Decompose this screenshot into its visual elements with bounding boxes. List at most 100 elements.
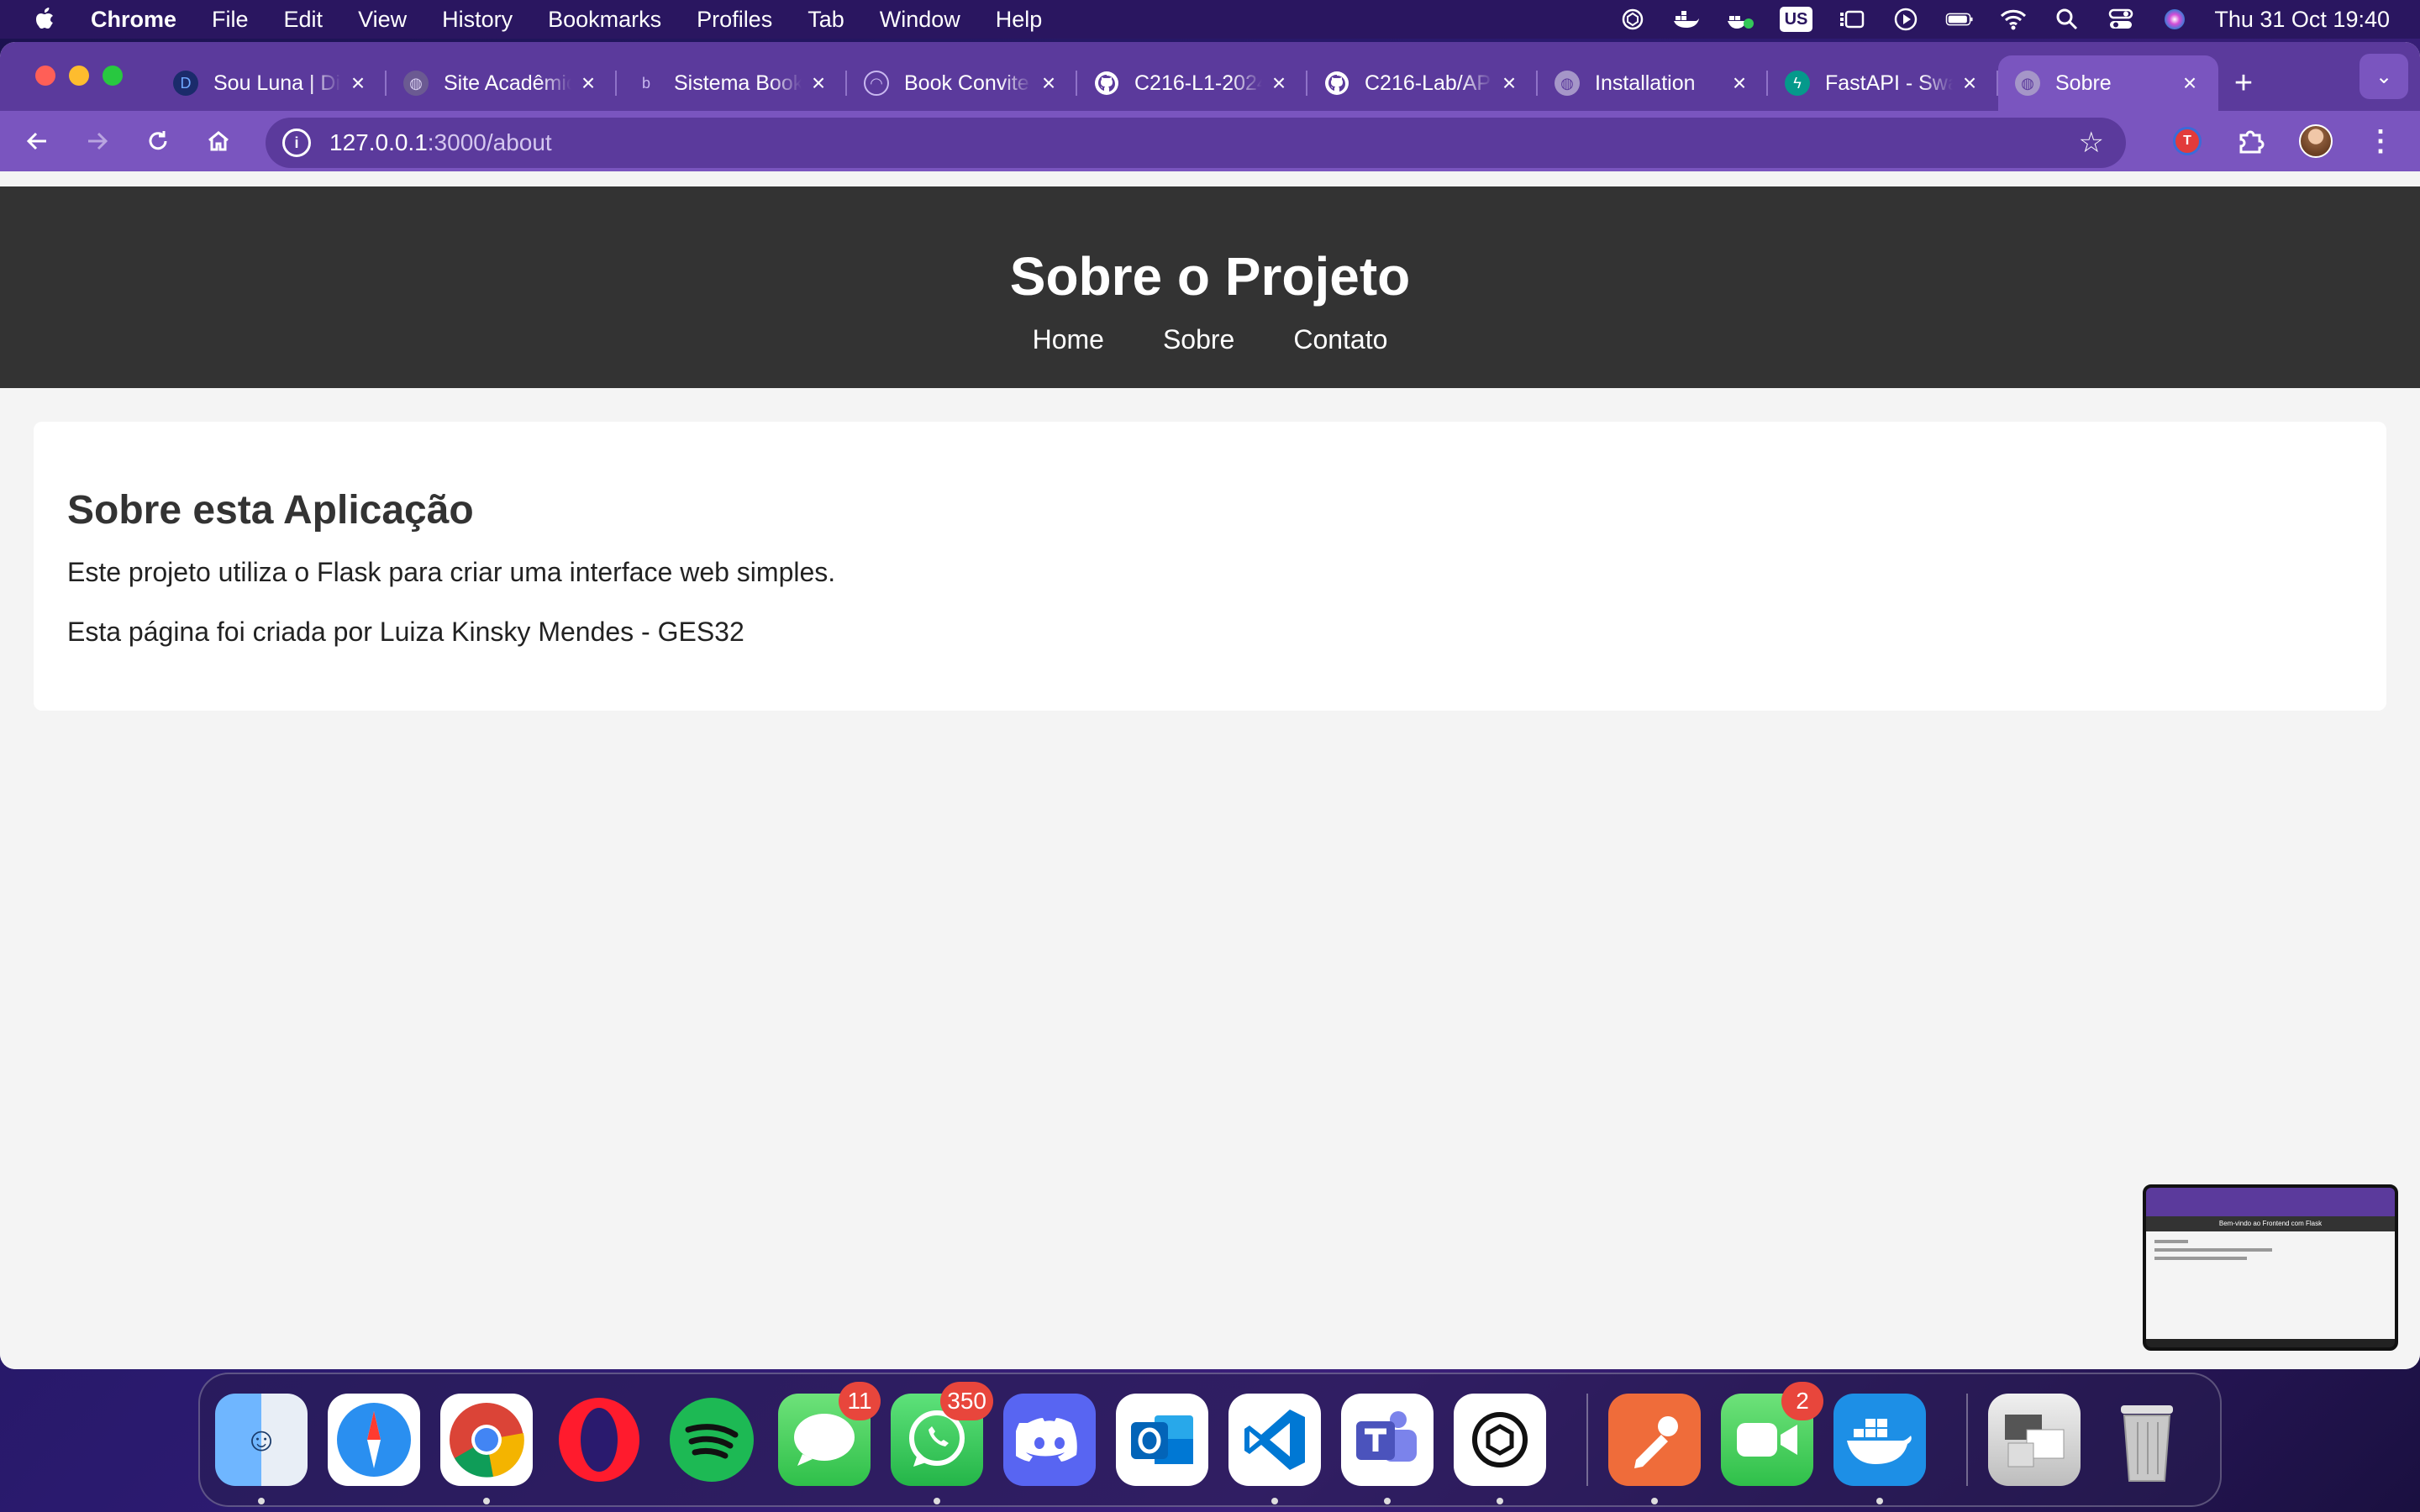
nav-link-home[interactable]: Home [1033,324,1104,355]
tab-close-icon[interactable]: × [1728,70,1751,97]
control-center-icon[interactable] [2107,7,2135,32]
menu-view[interactable]: View [358,7,407,33]
tab-search-chevron-icon[interactable]: ⌄ [2360,54,2408,99]
postman-icon[interactable] [1608,1394,1701,1504]
siri-icon[interactable] [2160,7,2189,32]
menubar-clock[interactable]: Thu 31 Oct 19:40 [2214,7,2390,33]
tab-title: Sistema Bookmark [674,71,802,95]
menu-file[interactable]: File [212,7,249,33]
tab-installation[interactable]: ◍ Installation × [1538,55,1768,111]
tab-close-icon[interactable]: × [346,70,370,97]
menu-app-name[interactable]: Chrome [91,7,176,33]
menubar-status-area: US Thu 31 Oct 19:40 [1618,7,2390,33]
facetime-icon[interactable]: 2 [1721,1382,1823,1486]
zoom-window-button[interactable] [103,66,123,86]
back-arrow-icon[interactable] [18,123,55,160]
wifi-icon[interactable] [1999,7,2028,32]
menu-help[interactable]: Help [996,7,1043,33]
stage-manager-icon[interactable] [1838,7,1866,32]
nav-link-sobre[interactable]: Sobre [1163,324,1234,355]
menu-tab[interactable]: Tab [808,7,844,33]
menu-profiles[interactable]: Profiles [697,7,772,33]
github-icon [1324,71,1349,96]
tab-close-icon[interactable]: × [1958,70,1981,97]
tab-sobre-active[interactable]: ◍ Sobre × [1998,55,2218,111]
new-tab-button[interactable]: + [2218,55,2269,111]
now-playing-icon[interactable] [1891,7,1920,32]
extensions-puzzle-icon[interactable] [2235,126,2265,156]
forward-arrow-icon[interactable] [79,123,116,160]
spotify-icon[interactable] [666,1394,758,1486]
extension-icon[interactable]: T [2173,127,2202,155]
docker-update-icon[interactable] [1726,7,1754,32]
author-paragraph: Esta página foi criada por Luiza Kinsky … [67,617,744,647]
tab-title: Installation [1595,71,1696,95]
opera-icon[interactable] [553,1394,645,1486]
tab-sistema-bookmark[interactable]: b Sistema Bookmark × [617,55,847,111]
tab-title: Book Convite [904,71,1029,95]
minimize-window-button[interactable] [69,66,89,86]
tab-close-icon[interactable]: × [2178,70,2202,97]
spotlight-search-icon[interactable] [2053,7,2081,32]
tab-close-icon[interactable]: × [1037,70,1060,97]
discord-icon[interactable] [1003,1394,1096,1486]
thumbnail-browser-bar [2146,1188,2395,1216]
tab-title: Sobre [2055,71,2112,95]
tab-disney[interactable]: D Sou Luna | Disney+ × [156,55,387,111]
safari-icon[interactable] [328,1394,420,1486]
tab-site-academico[interactable]: ◍ Site Acadêmico × [387,55,617,111]
docker-icon[interactable] [1833,1394,1926,1504]
chatgpt-icon[interactable] [1454,1394,1546,1504]
chatgpt-status-icon[interactable] [1618,7,1647,32]
menu-history[interactable]: History [442,7,513,33]
chrome-icon[interactable] [440,1394,533,1504]
book-icon: ◠ [864,71,889,96]
tab-close-icon[interactable]: × [1497,70,1521,97]
reload-icon[interactable] [139,123,176,160]
apple-menu-icon[interactable] [30,4,60,34]
tab-title: Site Acadêmico [444,71,571,95]
menu-edit[interactable]: Edit [284,7,324,33]
web-page: Sobre o Projeto Home Sobre Contato Sobre… [0,186,2420,1369]
url-host: 127.0.0.1 [329,129,428,155]
bookmark-star-icon[interactable]: ☆ [2079,126,2104,160]
profile-avatar[interactable] [2299,124,2333,158]
downloads-stack-icon[interactable] [1988,1394,2081,1486]
nav-link-contato[interactable]: Contato [1293,324,1387,355]
finder-icon[interactable]: ☺ [215,1394,308,1504]
close-window-button[interactable] [35,66,55,86]
docker-status-icon[interactable] [1672,7,1701,32]
site-header: Sobre o Projeto Home Sobre Contato [0,186,2420,388]
menu-window[interactable]: Window [880,7,960,33]
tab-fastapi-swagger[interactable]: ϟ FastAPI - Swagger × [1768,55,1998,111]
tab-title: Sou Luna | Disney+ [213,71,341,95]
tab-book-convite[interactable]: ◠ Book Convite × [847,55,1077,111]
dock-separator [1966,1394,1968,1486]
github-icon [1094,71,1119,96]
thumbnail-body [2146,1231,2395,1339]
tab-close-icon[interactable]: × [807,70,830,97]
home-icon[interactable] [200,123,237,160]
tab-close-icon[interactable]: × [1267,70,1291,97]
tab-close-icon[interactable]: × [576,70,600,97]
teams-icon[interactable] [1341,1394,1434,1504]
trash-icon[interactable] [2101,1394,2193,1486]
globe-icon: ◍ [1555,71,1580,96]
tab-github-c216-l1[interactable]: C216-L1-2024 × [1077,55,1307,111]
vscode-icon[interactable] [1228,1394,1321,1504]
address-bar[interactable]: i 127.0.0.1:3000/about ☆ [266,118,2126,168]
thumbnail-header: Bem-vindo ao Frontend com Flask [2146,1216,2395,1231]
browser-toolbar: i 127.0.0.1:3000/about ☆ T ⋮ [0,111,2420,171]
tab-title: FastAPI - Swagger [1825,71,1953,95]
site-info-icon[interactable]: i [282,129,311,157]
tab-github-c216-lab[interactable]: C216-Lab/API × [1307,55,1538,111]
whatsapp-icon[interactable]: 350 [891,1382,993,1504]
input-source-indicator[interactable]: US [1779,7,1813,32]
fastapi-icon: ϟ [1785,71,1810,96]
messages-icon[interactable]: 11 [778,1382,881,1486]
outlook-icon[interactable] [1116,1394,1208,1486]
menu-bookmarks[interactable]: Bookmarks [548,7,661,33]
screenshot-thumbnail[interactable]: Bem-vindo ao Frontend com Flask [2143,1184,2398,1351]
more-menu-icon[interactable]: ⋮ [2366,124,2395,158]
battery-icon[interactable] [1945,7,1974,32]
